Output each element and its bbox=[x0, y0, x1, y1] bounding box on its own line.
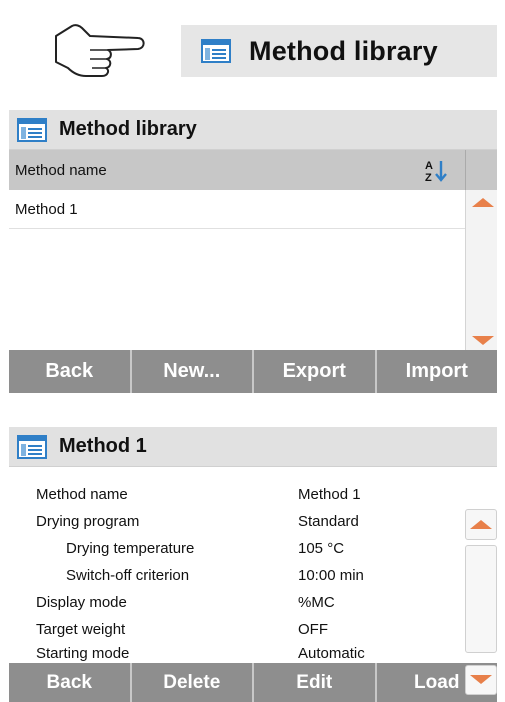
edit-button[interactable]: Edit bbox=[254, 663, 377, 702]
pointing-hand-icon bbox=[55, 24, 145, 77]
sort-az-icon[interactable]: A Z bbox=[423, 159, 451, 183]
scroll-track[interactable] bbox=[465, 545, 497, 653]
scroll-down-arrow-icon[interactable] bbox=[470, 675, 492, 684]
scrollbar[interactable] bbox=[465, 190, 497, 350]
method-library-screen: Method library Method name A Z Method 1 … bbox=[9, 110, 497, 393]
list-item[interactable]: Method 1 bbox=[9, 190, 465, 229]
param-label: Target weight bbox=[36, 621, 126, 638]
page-title: Method library bbox=[59, 118, 197, 140]
method-list: Method 1 bbox=[9, 190, 497, 350]
scroll-down-button[interactable] bbox=[465, 665, 497, 695]
param-label: Display mode bbox=[36, 594, 127, 611]
param-value: Automatic bbox=[298, 645, 365, 662]
screen-title-bar: Method 1 bbox=[9, 427, 497, 467]
back-button[interactable]: Back bbox=[9, 350, 132, 393]
screen-title-bar: Method library bbox=[9, 110, 497, 150]
method-library-menu-item[interactable]: Method library bbox=[181, 25, 497, 77]
button-bar: Back Delete Edit Load bbox=[9, 663, 497, 702]
method-library-icon bbox=[201, 39, 231, 63]
button-bar: Back New... Export Import bbox=[9, 350, 497, 393]
param-row-display-mode[interactable]: Display mode %MC bbox=[9, 589, 465, 616]
column-header-method-name[interactable]: Method name A Z bbox=[9, 150, 497, 190]
sort-glyph-z: Z bbox=[425, 172, 432, 183]
param-value: %MC bbox=[298, 594, 335, 611]
param-value: Method 1 bbox=[298, 486, 361, 503]
param-row-drying-program[interactable]: Drying program Standard bbox=[9, 508, 465, 535]
param-row-drying-temperature[interactable]: Drying temperature 105 °C bbox=[9, 535, 465, 562]
method-name: Method 1 bbox=[15, 200, 78, 218]
scroll-down-arrow-icon[interactable] bbox=[472, 336, 494, 345]
param-value: 10:00 min bbox=[298, 567, 364, 584]
param-label: Starting mode bbox=[36, 645, 130, 662]
method-detail-screen: Method 1 Method name Method 1 Drying pro… bbox=[9, 427, 497, 702]
back-button[interactable]: Back bbox=[9, 663, 132, 702]
param-label: Drying temperature bbox=[66, 540, 195, 557]
import-button[interactable]: Import bbox=[377, 350, 498, 393]
param-value: Standard bbox=[298, 513, 359, 530]
method-library-icon bbox=[17, 434, 47, 459]
export-button[interactable]: Export bbox=[254, 350, 377, 393]
scrollbar[interactable] bbox=[465, 467, 497, 695]
param-label: Drying program bbox=[36, 513, 140, 530]
header-divider bbox=[465, 150, 466, 190]
param-row-switch-off-criterion[interactable]: Switch-off criterion 10:00 min bbox=[9, 562, 465, 589]
delete-button[interactable]: Delete bbox=[132, 663, 254, 702]
param-row-starting-mode[interactable]: Starting mode Automatic bbox=[9, 643, 465, 663]
param-value: OFF bbox=[298, 621, 328, 638]
param-row-method-name[interactable]: Method name Method 1 bbox=[9, 481, 465, 508]
hint-title: Method library bbox=[249, 35, 438, 66]
page-title: Method 1 bbox=[59, 435, 147, 457]
method-parameters: Method name Method 1 Drying program Stan… bbox=[9, 467, 497, 695]
param-label: Method name bbox=[36, 486, 128, 503]
scroll-up-arrow-icon[interactable] bbox=[472, 198, 494, 207]
param-row-target-weight[interactable]: Target weight OFF bbox=[9, 616, 465, 643]
sort-glyph-a: A bbox=[425, 160, 433, 172]
scroll-up-button[interactable] bbox=[465, 509, 497, 540]
param-value: 105 °C bbox=[298, 540, 345, 557]
scroll-up-arrow-icon[interactable] bbox=[470, 520, 492, 529]
new-button[interactable]: New... bbox=[132, 350, 254, 393]
column-header-label: Method name bbox=[15, 161, 107, 179]
param-label: Switch-off criterion bbox=[66, 567, 190, 584]
method-library-icon bbox=[17, 117, 47, 142]
